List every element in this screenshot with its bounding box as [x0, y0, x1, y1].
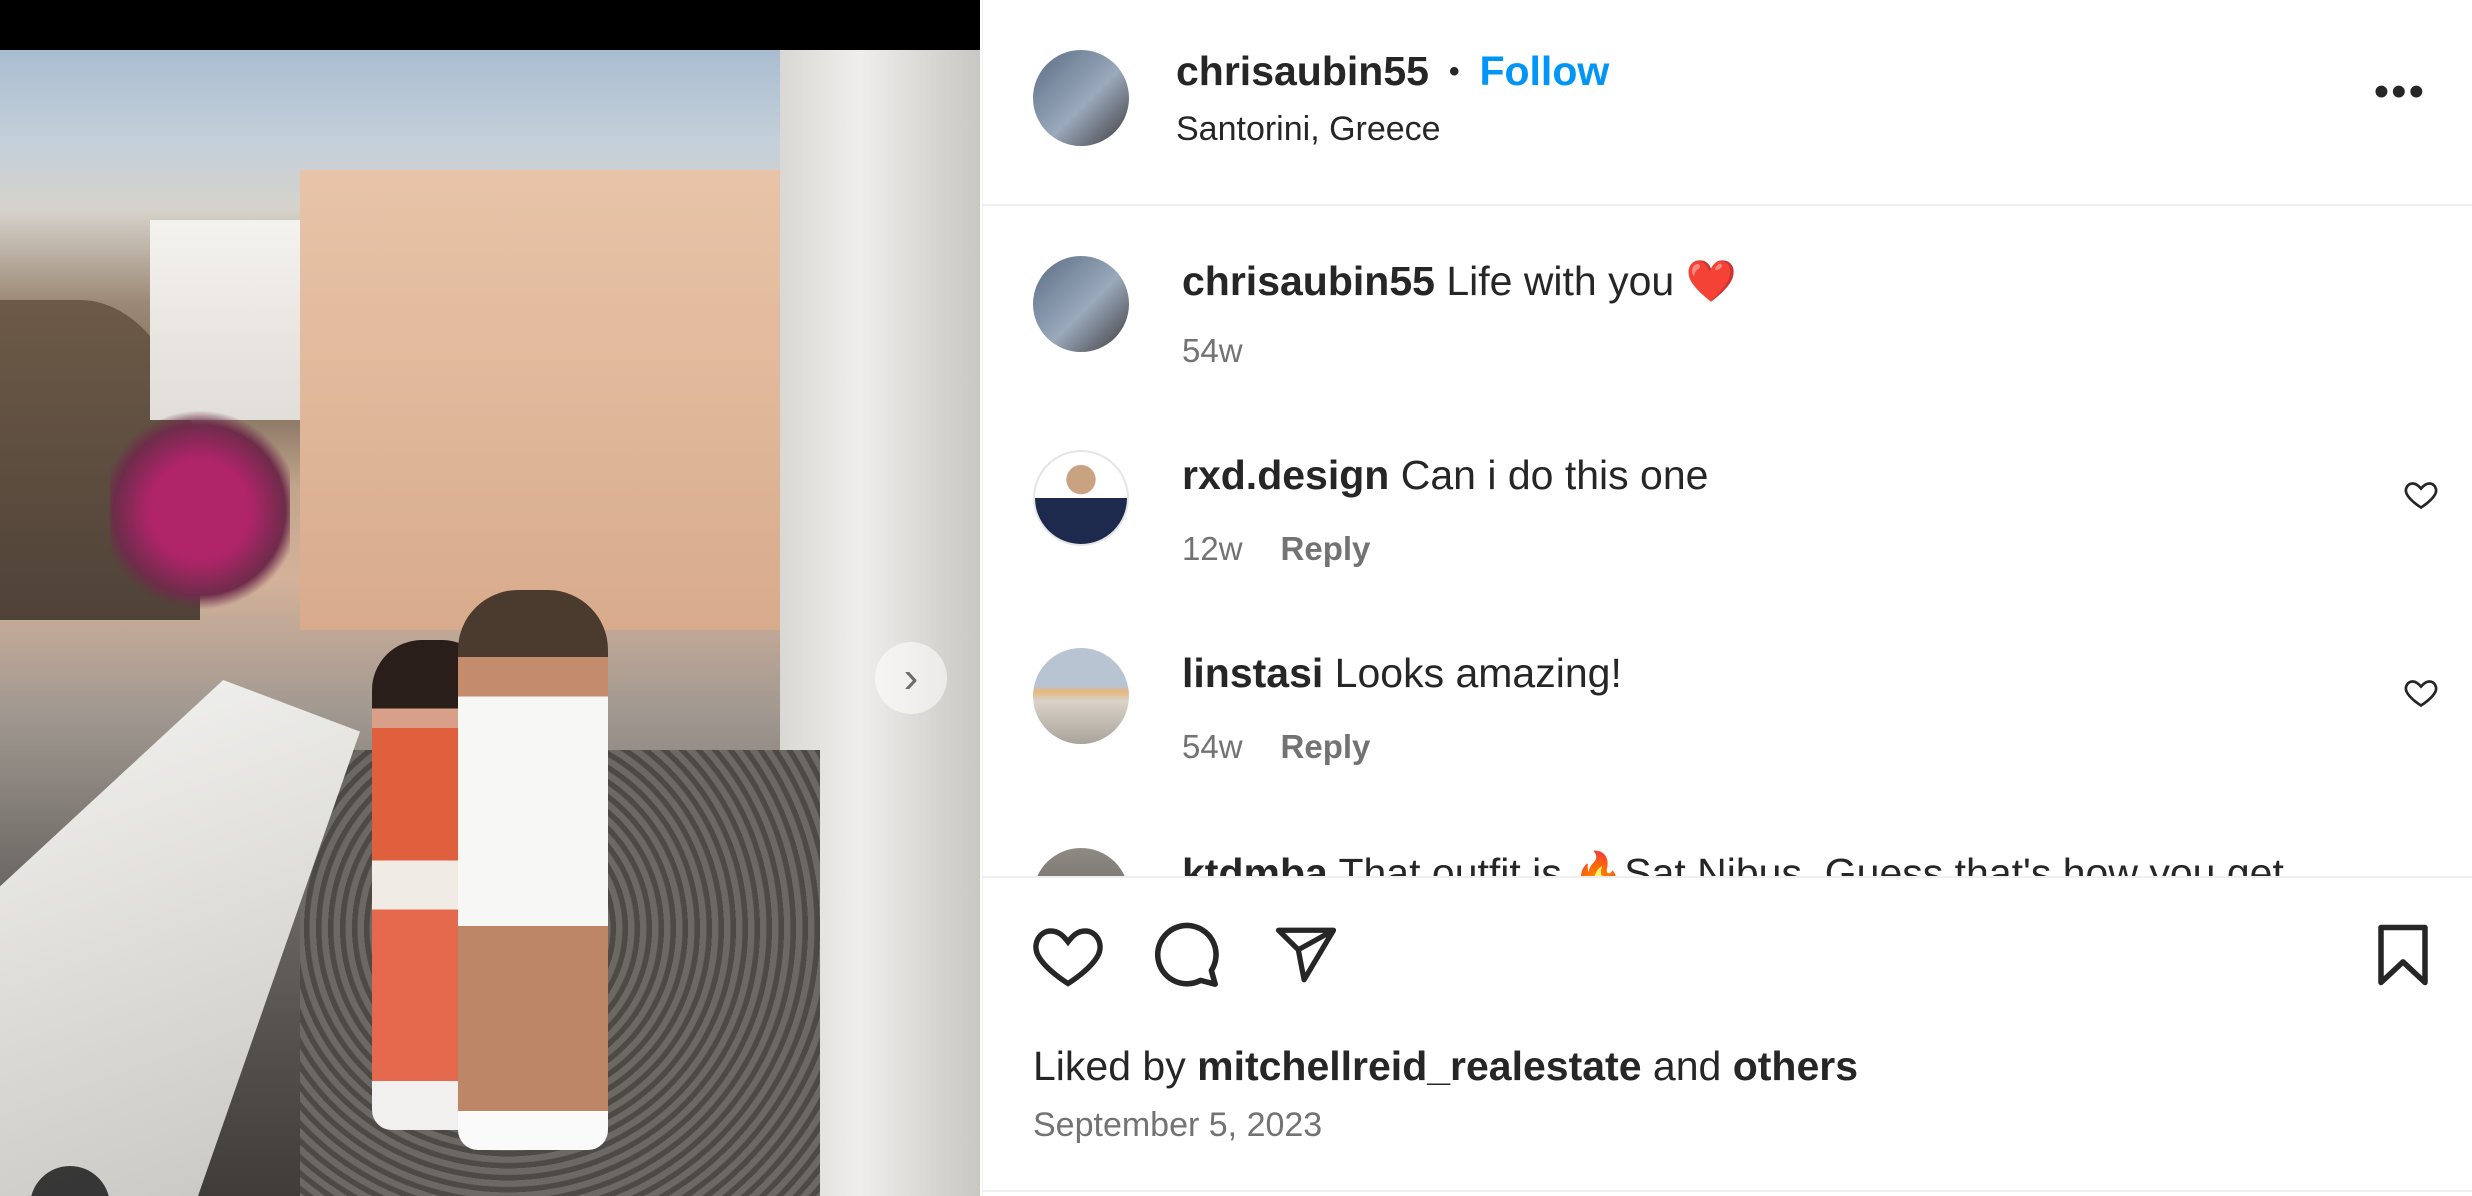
comments-list: chrisaubin55 Life with you ❤️ 54w rxd.de…: [983, 208, 2472, 876]
follow-button[interactable]: Follow: [1479, 48, 1609, 95]
liked-by-user[interactable]: mitchellreid_realestate: [1197, 1043, 1641, 1089]
post-header: chrisaubin55 • Follow Santorini, Greece …: [983, 0, 2472, 206]
like-comment-heart-icon[interactable]: [2403, 476, 2439, 512]
liked-by-others[interactable]: others: [1733, 1043, 1858, 1089]
bookmark-icon[interactable]: [2373, 922, 2433, 988]
post-photo: [0, 50, 980, 1196]
avatar[interactable]: [1033, 648, 1129, 744]
next-photo-button[interactable]: ›: [875, 642, 947, 714]
post-detail-panel: chrisaubin55 • Follow Santorini, Greece …: [982, 0, 2472, 1196]
avatar[interactable]: [1033, 450, 1129, 546]
comment-time[interactable]: 54w: [1182, 728, 1243, 766]
divider: [983, 1190, 2472, 1196]
comment-username[interactable]: ktdmba: [1182, 850, 1328, 876]
likes-summary: Liked by mitchellreid_realestate and oth…: [1033, 1043, 1859, 1089]
separator-dot: •: [1448, 54, 1460, 88]
avatar[interactable]: [1033, 50, 1129, 146]
instagram-post-view: › chrisaubin55 • Follow Santorini, Greec…: [0, 0, 2472, 1196]
comment-time[interactable]: 54w: [1182, 332, 1243, 370]
like-comment-heart-icon[interactable]: [2403, 674, 2439, 710]
comment-text: Can i do this one: [1389, 452, 1709, 498]
comment-username[interactable]: rxd.design: [1182, 452, 1389, 498]
post-actions: Liked by mitchellreid_realestate and oth…: [983, 876, 2472, 1196]
comment-icon[interactable]: [1151, 920, 1221, 990]
reply-button[interactable]: Reply: [1281, 530, 1371, 568]
avatar[interactable]: [1033, 256, 1129, 352]
comment-text: Life with you ❤️: [1434, 258, 1737, 304]
post-date[interactable]: September 5, 2023: [1033, 1106, 1322, 1145]
comment-time[interactable]: 12w: [1182, 530, 1243, 568]
post-username[interactable]: chrisaubin55: [1176, 48, 1429, 95]
more-icon[interactable]: •••: [2374, 70, 2426, 114]
comment-username[interactable]: linstasi: [1182, 650, 1323, 696]
comment-username[interactable]: chrisaubin55: [1182, 258, 1435, 304]
chevron-right-icon: ›: [903, 653, 919, 702]
post-photo-area: ›: [0, 0, 980, 1196]
reply-button[interactable]: Reply: [1281, 728, 1371, 766]
comment-text: That outfit is 🔥Sat Nibus. Guess that's …: [1327, 850, 2284, 876]
post-location[interactable]: Santorini, Greece: [1176, 110, 1441, 149]
heart-icon[interactable]: [1031, 922, 1105, 988]
share-icon[interactable]: [1271, 922, 1341, 988]
comment-text: Looks amazing!: [1323, 650, 1622, 696]
avatar[interactable]: [1033, 848, 1129, 876]
